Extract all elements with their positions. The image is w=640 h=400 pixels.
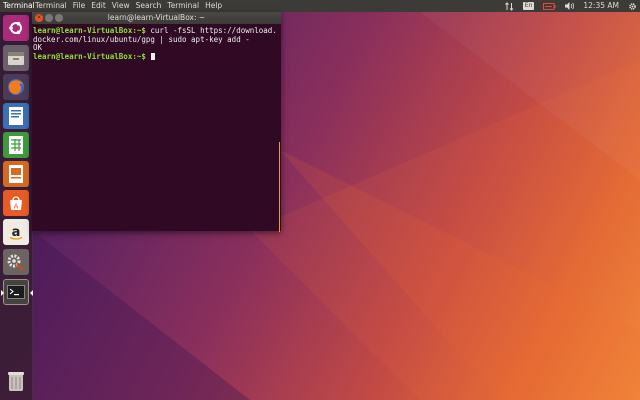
command-output: OK: [33, 43, 43, 53]
shell-prompt: learn@learn-VirtualBox:~$: [33, 26, 146, 35]
menu-edit[interactable]: Edit: [91, 0, 106, 12]
close-button[interactable]: ×: [35, 14, 43, 22]
keyboard-layout-indicator[interactable]: En: [522, 2, 535, 10]
maximize-button[interactable]: [55, 14, 63, 22]
menu-view[interactable]: View: [112, 0, 130, 12]
terminal-icon[interactable]: [1, 279, 33, 305]
svg-text:A: A: [14, 203, 19, 211]
network-updown-icon[interactable]: [504, 1, 514, 11]
command-text: [146, 52, 151, 61]
terminal-titlebar[interactable]: × learn@learn-VirtualBox: ~: [32, 12, 281, 24]
system-settings-icon[interactable]: [3, 249, 29, 275]
terminal-output[interactable]: learn@learn-VirtualBox:~$ curl -fsSL htt…: [32, 24, 281, 231]
libreoffice-impress-icon[interactable]: [3, 161, 29, 187]
menu-terminal-2[interactable]: Terminal: [167, 0, 199, 12]
terminal-scrollbar[interactable]: [279, 142, 280, 232]
running-indicator: [1, 290, 4, 296]
focus-indicator: [30, 290, 33, 296]
menu-search[interactable]: Search: [136, 0, 162, 12]
ubuntu-dash-icon[interactable]: [3, 15, 29, 41]
ubuntu-software-icon[interactable]: A: [3, 190, 29, 216]
top-panel: Terminal Terminal File Edit View Search …: [0, 0, 640, 12]
menu-help[interactable]: Help: [205, 0, 222, 12]
trash-icon[interactable]: [3, 368, 29, 394]
window-title: learn@learn-VirtualBox: ~: [107, 13, 206, 22]
clock[interactable]: 12:35 AM: [583, 0, 619, 12]
files-icon[interactable]: [3, 45, 29, 71]
command-text: docker.com/linux/ubuntu/gpg | sudo apt-k…: [33, 34, 250, 44]
launcher: A a: [0, 12, 33, 400]
svg-text:a: a: [12, 225, 21, 240]
command-text: curl -fsSL https://download.: [145, 26, 277, 35]
libreoffice-writer-icon[interactable]: [3, 103, 29, 129]
volume-icon[interactable]: [565, 2, 575, 10]
menu-file[interactable]: File: [73, 0, 86, 12]
shell-prompt: learn@learn-VirtualBox:~$: [33, 52, 146, 62]
menubar: Terminal File Edit View Search Terminal …: [35, 0, 222, 12]
libreoffice-calc-icon[interactable]: [3, 132, 29, 158]
firefox-icon[interactable]: [3, 74, 29, 100]
terminal-line: learn@learn-VirtualBox:~$: [33, 52, 280, 62]
amazon-icon[interactable]: a: [3, 219, 29, 245]
terminal-window[interactable]: × learn@learn-VirtualBox: ~ learn@learn-…: [32, 12, 281, 232]
settings-gear-icon[interactable]: [628, 2, 637, 11]
minimize-button[interactable]: [45, 14, 53, 22]
active-app-name: Terminal: [3, 1, 35, 10]
menu-terminal[interactable]: Terminal: [35, 0, 67, 12]
battery-icon[interactable]: [543, 2, 556, 10]
text-cursor: [151, 53, 156, 61]
terminal-line: docker.com/linux/ubuntu/gpg | sudo apt-k…: [33, 34, 280, 45]
indicator-area: En 12:35 AM: [504, 0, 637, 12]
